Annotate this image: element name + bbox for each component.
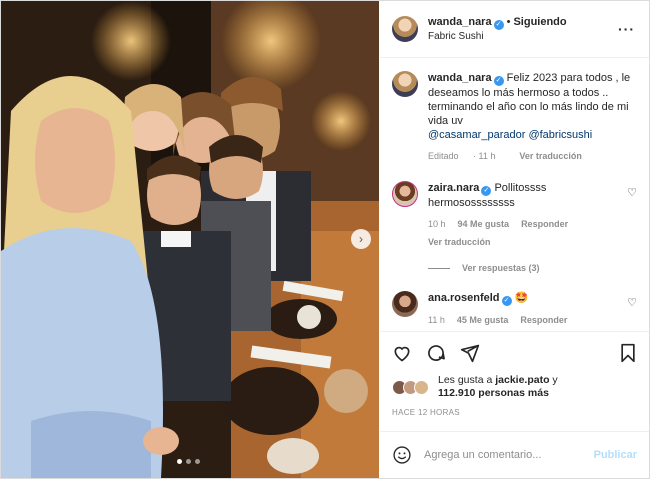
verified-badge-icon: ✓ (481, 186, 492, 196)
comment-input[interactable] (424, 449, 584, 461)
save-bookmark-icon[interactable] (619, 343, 637, 363)
comment-item: zaira.nara ✓ Pollitossss hermosossssssss … (392, 181, 637, 249)
comments-section[interactable]: wanda_nara ✓ Feliz 2023 para todos , le d… (380, 59, 649, 327)
verified-badge-icon: ✓ (493, 19, 504, 30)
view-replies-button[interactable]: Ver respuestas (3) (428, 263, 637, 273)
comment-translation: Ver traducción (428, 235, 633, 249)
comment-age: 11 h (428, 315, 445, 325)
publish-button[interactable]: Publicar (594, 449, 637, 461)
action-icons (392, 342, 637, 364)
likes-user[interactable]: jackie.pato (495, 374, 549, 386)
emoji-icon[interactable] (392, 445, 412, 465)
post-side-panel: wanda_nara ✓ • Siguiendo Fabric Sushi ··· w… (380, 1, 649, 478)
chevron-right-icon: › (359, 232, 363, 246)
post-location[interactable]: Fabric Sushi (428, 30, 567, 44)
separator-dot: • (506, 15, 511, 28)
photo-illustration (1, 1, 379, 478)
comment-see-translation[interactable]: Ver traducción (428, 237, 491, 247)
following-button[interactable]: Siguiendo (513, 16, 566, 28)
comment-age: 10 h (428, 219, 446, 229)
liker-avatars (392, 379, 436, 395)
carousel-dots (177, 459, 200, 464)
like-heart-icon[interactable] (392, 343, 412, 363)
share-send-icon[interactable] (460, 343, 480, 363)
comment-like-heart-icon[interactable]: ♡ (627, 296, 637, 309)
add-comment-bar: Publicar (380, 431, 649, 478)
post-timestamp[interactable]: HACE 12 HORAS (392, 408, 637, 417)
caption-see-translation[interactable]: Ver traducción (519, 151, 582, 161)
comment-author[interactable]: zaira.nara (428, 182, 479, 194)
liker-avatar (414, 379, 429, 395)
caption-meta: Editado · 11 h Ver traducción (428, 149, 633, 163)
caption: wanda_nara ✓ Feliz 2023 para todos , le d… (392, 71, 637, 163)
post-actions: Les gusta a jackie.pato y 112.910 person… (380, 331, 649, 441)
caption-mention-fabricsushi[interactable]: @fabricsushi (528, 129, 592, 141)
likes-summary: Les gusta a jackie.pato y 112.910 person… (392, 374, 637, 400)
caption-edited-label: Editado · 11 h (428, 151, 496, 161)
post-photo[interactable]: › (1, 1, 379, 478)
author-avatar[interactable] (392, 16, 418, 42)
carousel-next-button[interactable]: › (351, 229, 371, 249)
author-info: wanda_nara ✓ • Siguiendo Fabric Sushi (428, 15, 567, 44)
carousel-dot (195, 459, 200, 464)
comment-likes[interactable]: 94 Me gusta (458, 219, 510, 229)
caption-mention-casamar[interactable]: @casamar_parador (428, 129, 525, 141)
author-username[interactable]: wanda_nara (428, 16, 492, 28)
verified-badge-icon: ✓ (501, 296, 512, 306)
verified-badge-icon: ✓ (493, 76, 504, 86)
post-header: wanda_nara ✓ • Siguiendo Fabric Sushi ··· (380, 1, 649, 58)
likes-count[interactable]: 112.910 personas más (438, 387, 549, 399)
more-options-icon[interactable]: ··· (618, 21, 635, 37)
likes-prefix: Les gusta a (438, 374, 493, 386)
comment-reply-button[interactable]: Responder (521, 219, 568, 229)
comment-like-heart-icon[interactable]: ♡ (627, 186, 637, 199)
comment-text: 🤩 (514, 292, 529, 304)
likes-connector: y (552, 374, 558, 386)
commenter-avatar[interactable] (392, 181, 418, 207)
comment-item: ana.rosenfeld ✓ 🤩 11 h 45 Me gusta Responde… (392, 291, 637, 327)
commenter-avatar[interactable] (392, 291, 418, 317)
carousel-dot (177, 459, 182, 464)
comment-meta: 11 h 45 Me gusta Responder (428, 313, 633, 327)
likes-text[interactable]: Les gusta a jackie.pato y 112.910 person… (438, 374, 558, 400)
comment-reply-button[interactable]: Responder (520, 315, 567, 325)
caption-author-avatar[interactable] (392, 71, 418, 97)
comment-bubble-icon[interactable] (426, 343, 446, 363)
caption-author[interactable]: wanda_nara (428, 72, 492, 84)
comment-likes[interactable]: 45 Me gusta (457, 315, 509, 325)
comment-author[interactable]: ana.rosenfeld (428, 292, 500, 304)
comment-meta: 10 h 94 Me gusta Responder (428, 217, 633, 231)
carousel-dot (186, 459, 191, 464)
view-replies-label: Ver respuestas (3) (462, 263, 540, 273)
replies-line (428, 267, 450, 269)
